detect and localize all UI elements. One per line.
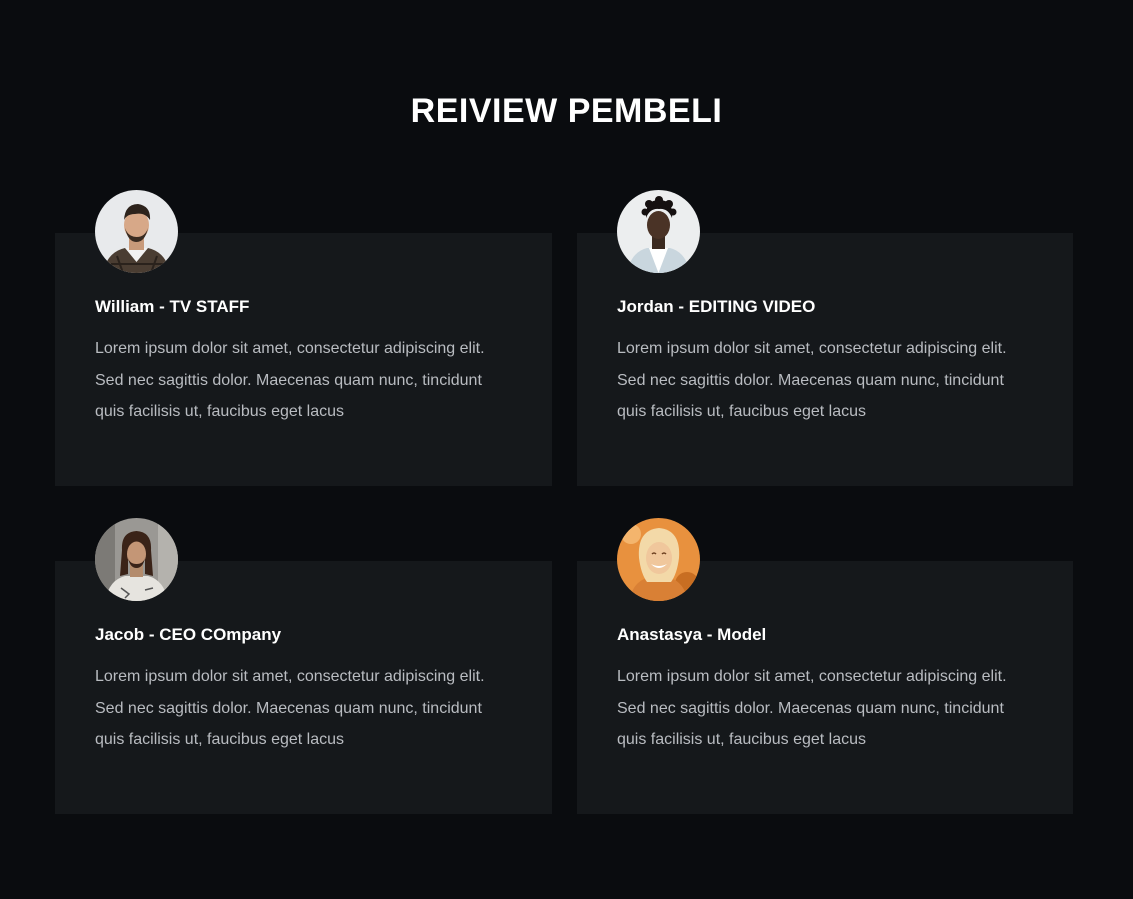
- review-card: Jacob - CEO COmpany Lorem ipsum dolor si…: [55, 518, 552, 814]
- review-text: Lorem ipsum dolor sit amet, consectetur …: [95, 668, 485, 748]
- reviewer-name: Anastasya - Model: [617, 625, 767, 644]
- reviewer-name: William - TV STAFF: [95, 297, 250, 316]
- review-text: Lorem ipsum dolor sit amet, consectetur …: [95, 340, 485, 420]
- review-text: Lorem ipsum dolor sit amet, consectetur …: [617, 668, 1007, 748]
- reviewer-name: Jacob - CEO COmpany: [95, 625, 282, 644]
- avatar: [617, 190, 700, 273]
- avatar: [95, 518, 178, 601]
- avatar: [617, 518, 700, 601]
- avatar: [95, 190, 178, 273]
- reviewer-name: Jordan - EDITING VIDEO: [617, 297, 816, 316]
- review-text: Lorem ipsum dolor sit amet, consectetur …: [617, 340, 1007, 420]
- review-card: Anastasya - Model Lorem ipsum dolor sit …: [577, 518, 1073, 814]
- review-card: William - TV STAFF Lorem ipsum dolor sit…: [55, 190, 552, 486]
- section-title: REIVIEW PEMBELI: [410, 92, 723, 130]
- review-card: Jordan - EDITING VIDEO Lorem ipsum dolor…: [577, 190, 1073, 486]
